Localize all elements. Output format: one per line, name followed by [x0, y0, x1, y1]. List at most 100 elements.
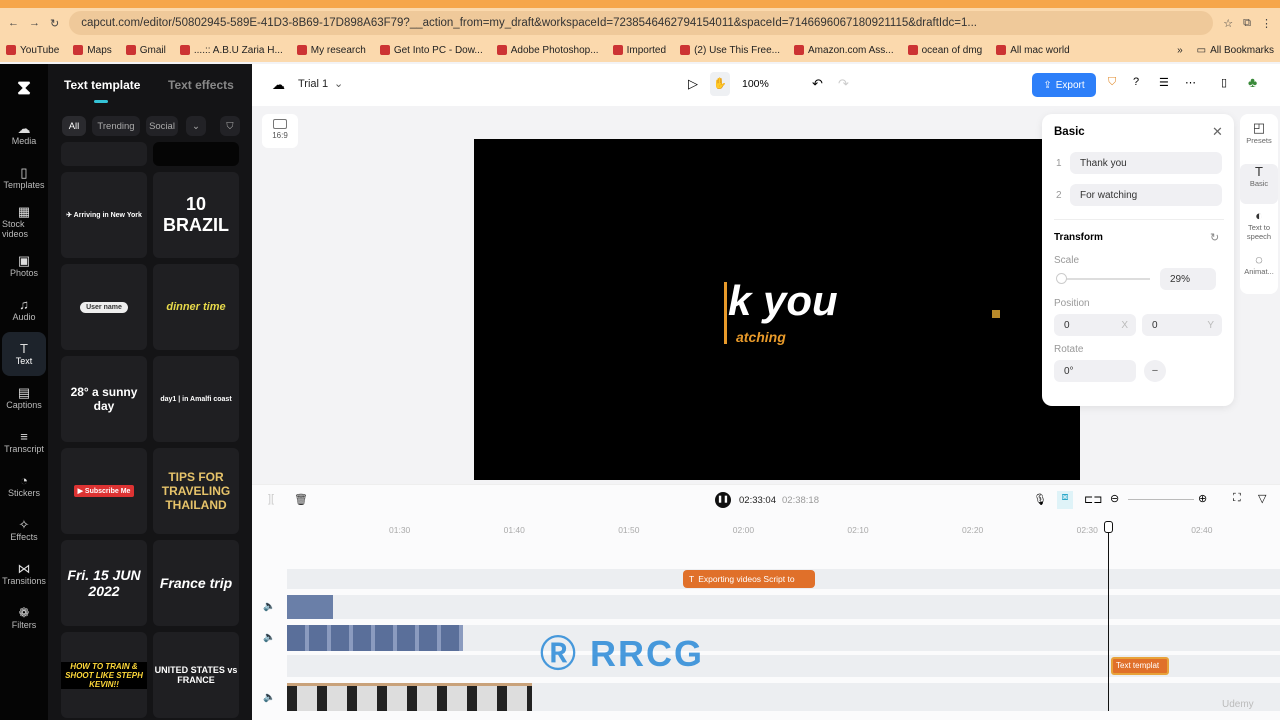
chip-dropdown-icon[interactable]: ⌄ [186, 116, 206, 136]
nav-item-audio[interactable]: ♫ Audio [2, 288, 46, 332]
bookmark-item[interactable]: Gmail [125, 45, 166, 56]
timeline-zoom-slider[interactable] [1128, 499, 1194, 500]
right-tab-basic[interactable]: T Basic [1240, 164, 1278, 204]
split-icon[interactable]: ][ [268, 493, 274, 505]
template-card[interactable]: 10 BRAZIL [153, 172, 239, 258]
bookmark-star-icon[interactable]: ☆ [1223, 17, 1233, 30]
speaker-icon[interactable]: 🔈 [263, 601, 275, 612]
bookmark-item[interactable]: Amazon.com Ass... [794, 45, 894, 56]
position-y-input[interactable]: 0Y [1142, 314, 1222, 336]
chip-social[interactable]: Social [146, 116, 178, 136]
bookmark-item[interactable]: Adobe Photoshop... [496, 45, 599, 56]
microphone-icon[interactable]: 🎙 [1033, 493, 1047, 506]
bookmark-item[interactable]: ocean of dmg [907, 45, 982, 56]
bookmark-item[interactable]: Imported [612, 45, 666, 56]
rotate-knob-icon[interactable]: − [1144, 360, 1166, 382]
template-card[interactable]: dinner time [153, 264, 239, 350]
template-card[interactable]: Fri. 15 JUN 2022 [61, 540, 147, 626]
text-template-clip[interactable]: Text templat [1111, 657, 1169, 675]
text-clip[interactable]: T Exporting videos Script to [683, 570, 815, 588]
undo-icon[interactable]: ↶ [812, 76, 823, 92]
avatar[interactable]: ♣ [1248, 74, 1257, 90]
speaker-icon[interactable]: 🔈 [263, 632, 275, 643]
preview-text-line1[interactable]: k you [728, 277, 838, 325]
nav-item-photos[interactable]: ▣ Photos [2, 244, 46, 288]
zoom-in-icon[interactable]: ⊕ [1198, 492, 1207, 505]
chevron-down-icon[interactable]: ⌄ [334, 77, 343, 90]
text-line-2-input[interactable]: For watching [1070, 184, 1222, 206]
template-card[interactable]: France trip [153, 540, 239, 626]
storage-icon[interactable]: ☰ [1159, 76, 1169, 89]
forward-icon[interactable]: → [29, 17, 40, 29]
select-pointer-icon[interactable]: ▷ [688, 76, 698, 92]
help-icon[interactable]: ? [1133, 76, 1139, 88]
layout-icon[interactable]: ▯ [1221, 76, 1227, 89]
nav-item-stock-videos[interactable]: ▦ Stock videos [2, 200, 46, 244]
browser-menu-icon[interactable]: ⋮ [1261, 17, 1272, 30]
scale-slider[interactable] [1056, 273, 1150, 284]
nav-item-text[interactable]: T Text [2, 332, 46, 376]
bookmark-item[interactable]: My research [296, 45, 366, 56]
template-card-partial[interactable] [153, 142, 239, 166]
chip-trending[interactable]: Trending [92, 116, 140, 136]
nav-item-captions[interactable]: ▤ Captions [2, 376, 46, 420]
right-tab-animat-[interactable]: ◌ Animat... [1240, 252, 1278, 276]
reload-icon[interactable]: ↻ [50, 17, 59, 30]
right-tab-text-to-speech[interactable]: ◐ Text to speech [1240, 208, 1278, 241]
video-clip[interactable] [287, 625, 463, 651]
preview-text-line2[interactable]: atching [736, 329, 786, 345]
right-tab-presets[interactable]: ◰ Presets [1240, 120, 1278, 145]
bookmark-item[interactable]: YouTube [6, 45, 59, 56]
bookmark-item[interactable]: (2) Use This Free... [680, 45, 780, 56]
video-clip[interactable] [287, 683, 532, 711]
tab-text-effects[interactable]: Text effects [168, 78, 234, 92]
back-icon[interactable]: ← [8, 17, 19, 29]
shield-icon[interactable]: ⛉ [1108, 76, 1116, 89]
template-card[interactable]: User name [61, 264, 147, 350]
redo-icon[interactable]: ↷ [838, 76, 849, 92]
nav-item-stickers[interactable]: ◔ Stickers [2, 464, 46, 508]
delete-icon[interactable]: 🗑 [294, 493, 308, 506]
reset-icon[interactable]: ↻ [1210, 231, 1219, 244]
speaker-icon[interactable]: 🔈 [263, 692, 275, 703]
filter-icon[interactable]: ⛉ [220, 116, 240, 136]
comment-icon[interactable]: ▽ [1258, 492, 1266, 505]
template-card[interactable]: ✈ Arriving in New York [61, 172, 147, 258]
playhead[interactable] [1104, 521, 1113, 711]
bookmark-item[interactable]: ....:: A.B.U Zaria H... [179, 45, 283, 56]
more-bookmarks-icon[interactable]: » [1177, 45, 1183, 56]
nav-item-media[interactable]: ☁ Media [2, 112, 46, 156]
bookmark-item[interactable]: Get Into PC - Dow... [379, 45, 483, 56]
aspect-ratio-button[interactable]: 16:9 [262, 114, 298, 148]
extensions-icon[interactable]: ⧉ [1243, 17, 1251, 30]
bookmark-item[interactable]: All mac world [996, 45, 1070, 56]
more-icon[interactable]: ⋯ [1185, 76, 1196, 89]
nav-item-transitions[interactable]: ⋈ Transitions [2, 552, 46, 596]
scale-input[interactable]: 29% [1160, 268, 1216, 290]
rotate-input[interactable]: 0° [1054, 360, 1136, 382]
nav-item-filters[interactable]: ❁ Filters [2, 596, 46, 640]
position-x-input[interactable]: 0X [1054, 314, 1136, 336]
video-clip[interactable] [287, 595, 333, 619]
split-screen-icon[interactable]: ⊏⊐ [1084, 493, 1102, 506]
export-button[interactable]: ⇪ Export [1032, 73, 1096, 97]
all-bookmarks[interactable]: ▭ All Bookmarks [1197, 45, 1274, 56]
tab-text-template[interactable]: Text template [64, 78, 140, 92]
chip-all[interactable]: All [62, 116, 86, 136]
video-preview[interactable]: k you atching [474, 139, 1080, 480]
template-card[interactable]: TIPS FOR TRAVELING THAILAND [153, 448, 239, 534]
fullscreen-icon[interactable]: ⛶ [1233, 492, 1241, 505]
magnet-icon[interactable]: ⧈ [1057, 491, 1073, 509]
nav-item-transcript[interactable]: ≡ Transcript [2, 420, 46, 464]
nav-item-templates[interactable]: ▯ Templates [2, 156, 46, 200]
template-card[interactable]: day1 | in Amalfi coast [153, 356, 239, 442]
hand-tool-icon[interactable]: ✋ [710, 72, 730, 96]
project-name[interactable]: Trial 1 [298, 78, 328, 90]
template-card-partial[interactable] [61, 142, 147, 166]
close-icon[interactable]: ✕ [1212, 124, 1223, 140]
address-bar[interactable]: capcut.com/editor/50802945-589E-41D3-8B6… [69, 11, 1214, 35]
template-card[interactable]: HOW TO TRAIN & SHOOT LIKE STEPH KEVIN!! [61, 632, 147, 718]
template-card[interactable]: UNITED STATES vs FRANCE [153, 632, 239, 718]
pause-button[interactable]: ❚❚ [715, 492, 731, 508]
zoom-out-icon[interactable]: ⊖ [1110, 492, 1119, 505]
